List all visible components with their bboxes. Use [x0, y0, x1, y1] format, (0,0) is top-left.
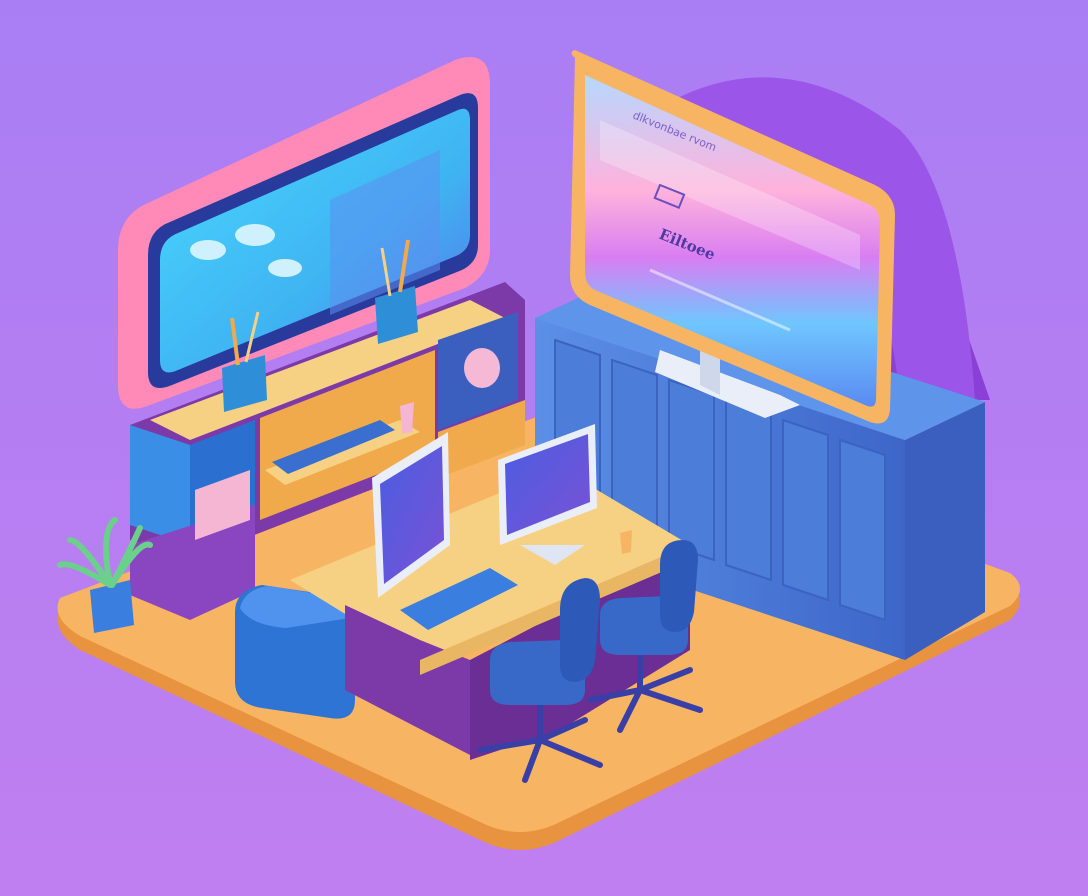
- isometric-office-scene: dlkvonbae rvom Eiltoee: [0, 0, 1088, 896]
- scene-illustration: dlkvonbae rvom Eiltoee: [0, 0, 1088, 896]
- desk-cup: [620, 530, 632, 554]
- shelf-cup: [400, 402, 414, 434]
